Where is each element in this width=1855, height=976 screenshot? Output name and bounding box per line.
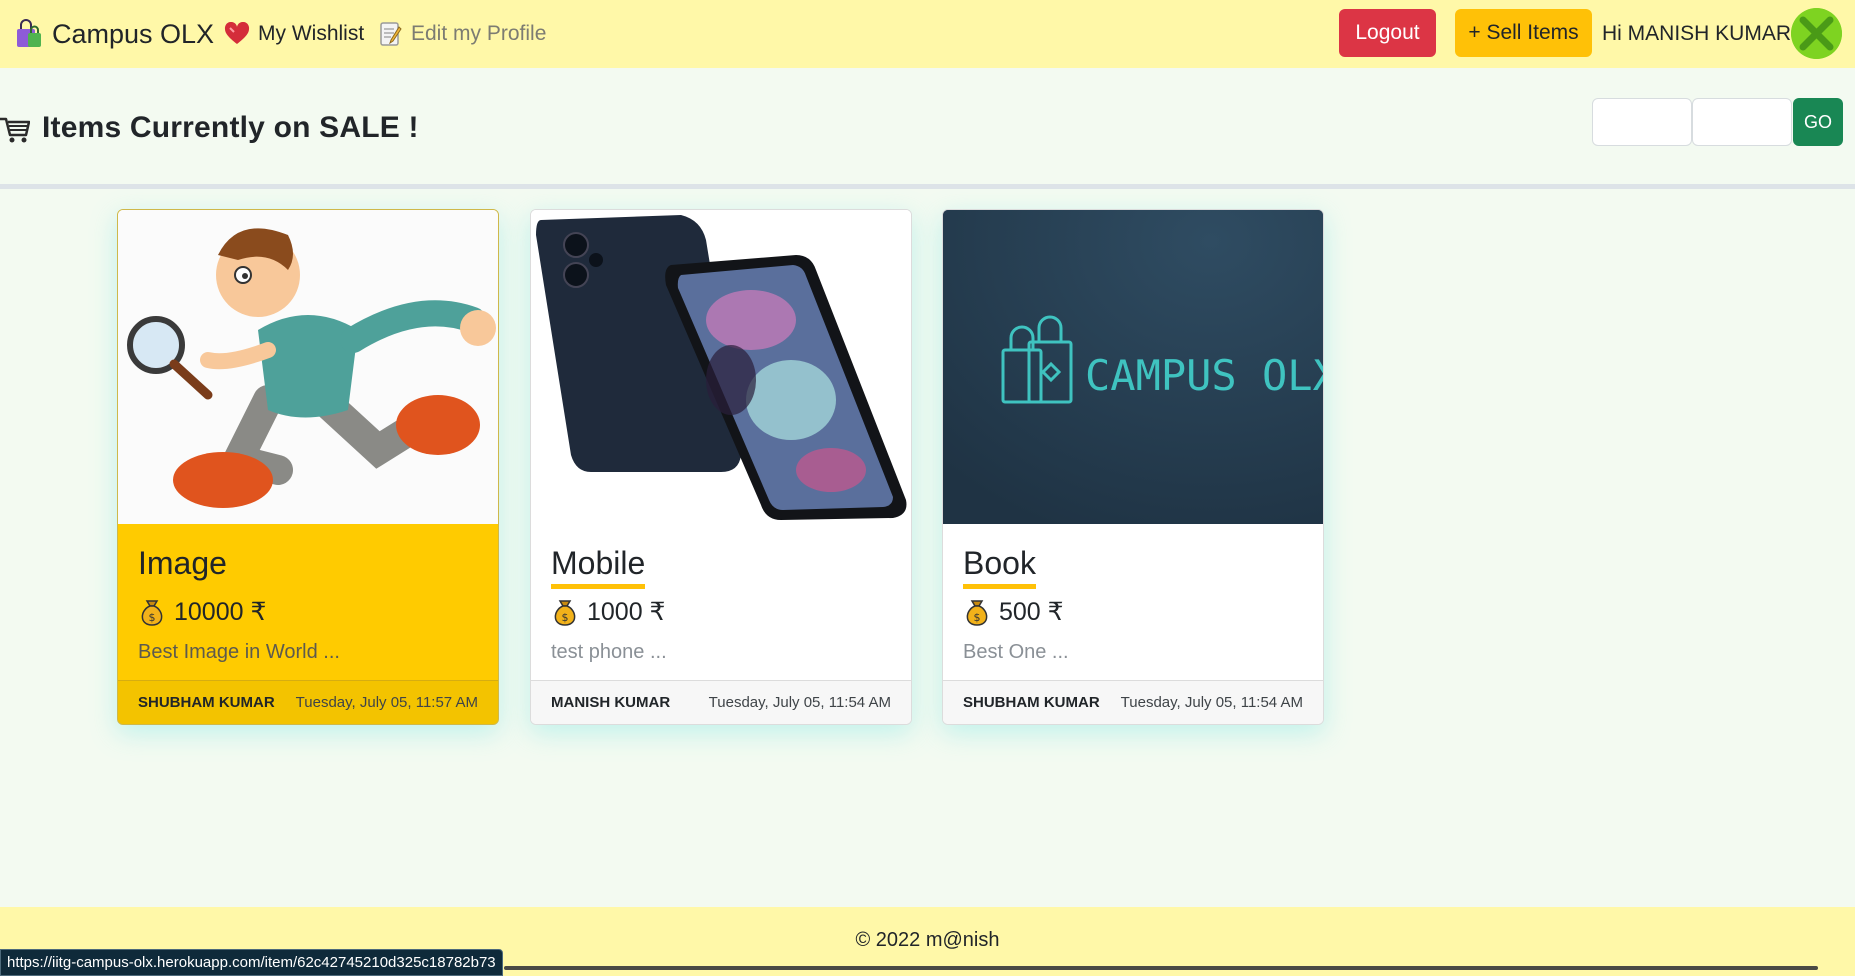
nav-wishlist[interactable]: My Wishlist [224,18,364,50]
item-date: Tuesday, July 05, 11:54 AM [1120,694,1303,711]
item-card[interactable]: CAMPUS OLX Book $ 500 ₹ Best One ... SHU… [942,209,1324,725]
svg-text:$: $ [149,611,156,624]
navbar: Campus OLX My Wishlist Edit my Profile L… [0,0,1855,68]
price-row: $ 10000 ₹ [138,597,478,627]
item-date: Tuesday, July 05, 11:57 AM [295,694,478,711]
item-date: Tuesday, July 05, 11:54 AM [708,694,891,711]
campus-olx-logo-image: CAMPUS OLX [943,210,1323,524]
item-seller: SHUBHAM KUMAR [138,694,275,711]
heart-icon [224,22,250,44]
svg-text:$: $ [562,611,569,624]
detective-cartoon-image [118,210,498,524]
item-image [531,210,911,524]
search-input-max[interactable] [1692,98,1792,146]
price-row: $ 1000 ₹ [551,597,891,627]
item-seller: SHUBHAM KUMAR [963,694,1100,711]
item-price: 500 ₹ [999,598,1064,626]
item-description: test phone ... [551,641,667,663]
card-footer: SHUBHAM KUMAR Tuesday, July 05, 11:54 AM [943,680,1323,724]
money-bag-icon: $ [966,600,988,626]
item-card[interactable]: Mobile $ 1000 ₹ test phone ... MANISH KU… [530,209,912,725]
card-body: Book $ 500 ₹ Best One ... [963,544,1303,664]
item-image: CAMPUS OLX [943,210,1323,524]
avatar[interactable] [1791,8,1842,59]
status-bar-url: https://iitg-campus-olx.herokuapp.com/it… [0,949,503,976]
item-description: Best Image in World ... [138,641,340,663]
money-bag-icon: $ [554,600,576,626]
price-row: $ 500 ₹ [963,597,1303,627]
card-body: Image $ 10000 ₹ Best Image in World ... [138,544,478,664]
nav-edit-profile[interactable]: Edit my Profile [379,18,546,50]
memo-icon [380,22,402,46]
item-title[interactable]: Book [963,544,1036,589]
card-footer: SHUBHAM KUMAR Tuesday, July 05, 11:57 AM [118,680,498,724]
brand-name: Campus OLX [52,18,215,49]
logout-button[interactable]: Logout [1339,9,1436,57]
section-header: Items Currently on SALE ! [0,100,419,156]
horizontal-scrollbar[interactable] [504,966,1818,970]
user-greeting: Hi MANISH KUMAR ! [1602,22,1803,45]
brand-link[interactable]: Campus OLX [14,14,214,54]
nav-wishlist-label: My Wishlist [258,22,365,45]
divider [0,184,1855,189]
card-body: Mobile $ 1000 ₹ test phone ... [551,544,891,664]
item-title[interactable]: Image [138,544,227,589]
item-image [118,210,498,524]
page-title: Items Currently on SALE ! [42,111,419,144]
item-seller: MANISH KUMAR [551,694,671,711]
item-title[interactable]: Mobile [551,544,646,589]
sell-items-button[interactable]: + Sell Items [1455,9,1592,57]
close-x-icon [1791,8,1842,59]
svg-text:$: $ [974,611,981,624]
nav-edit-profile-label: Edit my Profile [411,22,547,45]
search-input-min[interactable] [1592,98,1692,146]
phone-image [531,210,911,524]
item-card[interactable]: Image $ 10000 ₹ Best Image in World ... … [117,209,499,725]
shopping-bags-icon [17,19,41,47]
shopping-cart-icon [0,117,30,143]
item-description: Best One ... [963,641,1069,663]
item-price: 1000 ₹ [587,598,666,626]
go-button[interactable]: GO [1793,98,1843,146]
card-footer: MANISH KUMAR Tuesday, July 05, 11:54 AM [531,680,911,724]
item-price: 10000 ₹ [174,598,267,626]
money-bag-icon: $ [141,600,163,626]
logo-text: CAMPUS OLX [1085,351,1323,400]
